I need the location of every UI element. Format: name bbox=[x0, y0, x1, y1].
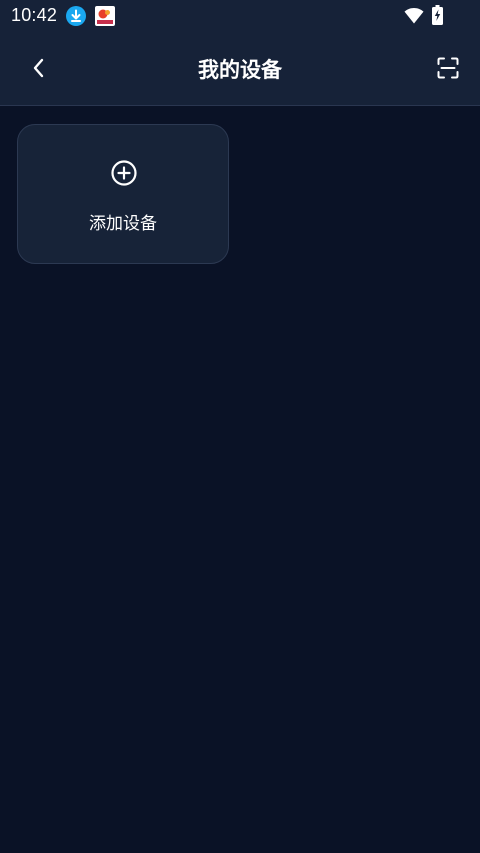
add-device-card[interactable]: 添加设备 bbox=[17, 124, 229, 264]
scan-icon bbox=[437, 57, 459, 79]
page-title: 我的设备 bbox=[198, 58, 282, 82]
top-app-bar: 我的设备 bbox=[0, 32, 480, 106]
download-icon bbox=[66, 6, 86, 26]
scan-button[interactable] bbox=[432, 52, 464, 84]
status-time: 10:42 bbox=[11, 5, 58, 25]
status-bar: 10:42 bbox=[0, 0, 480, 32]
app-badge-icon bbox=[95, 6, 115, 26]
plus-circle-icon bbox=[111, 160, 137, 186]
add-device-label: 添加设备 bbox=[89, 214, 157, 234]
wifi-icon bbox=[404, 8, 424, 24]
device-list: 添加设备 bbox=[0, 106, 480, 853]
battery-charging-icon bbox=[432, 5, 443, 25]
